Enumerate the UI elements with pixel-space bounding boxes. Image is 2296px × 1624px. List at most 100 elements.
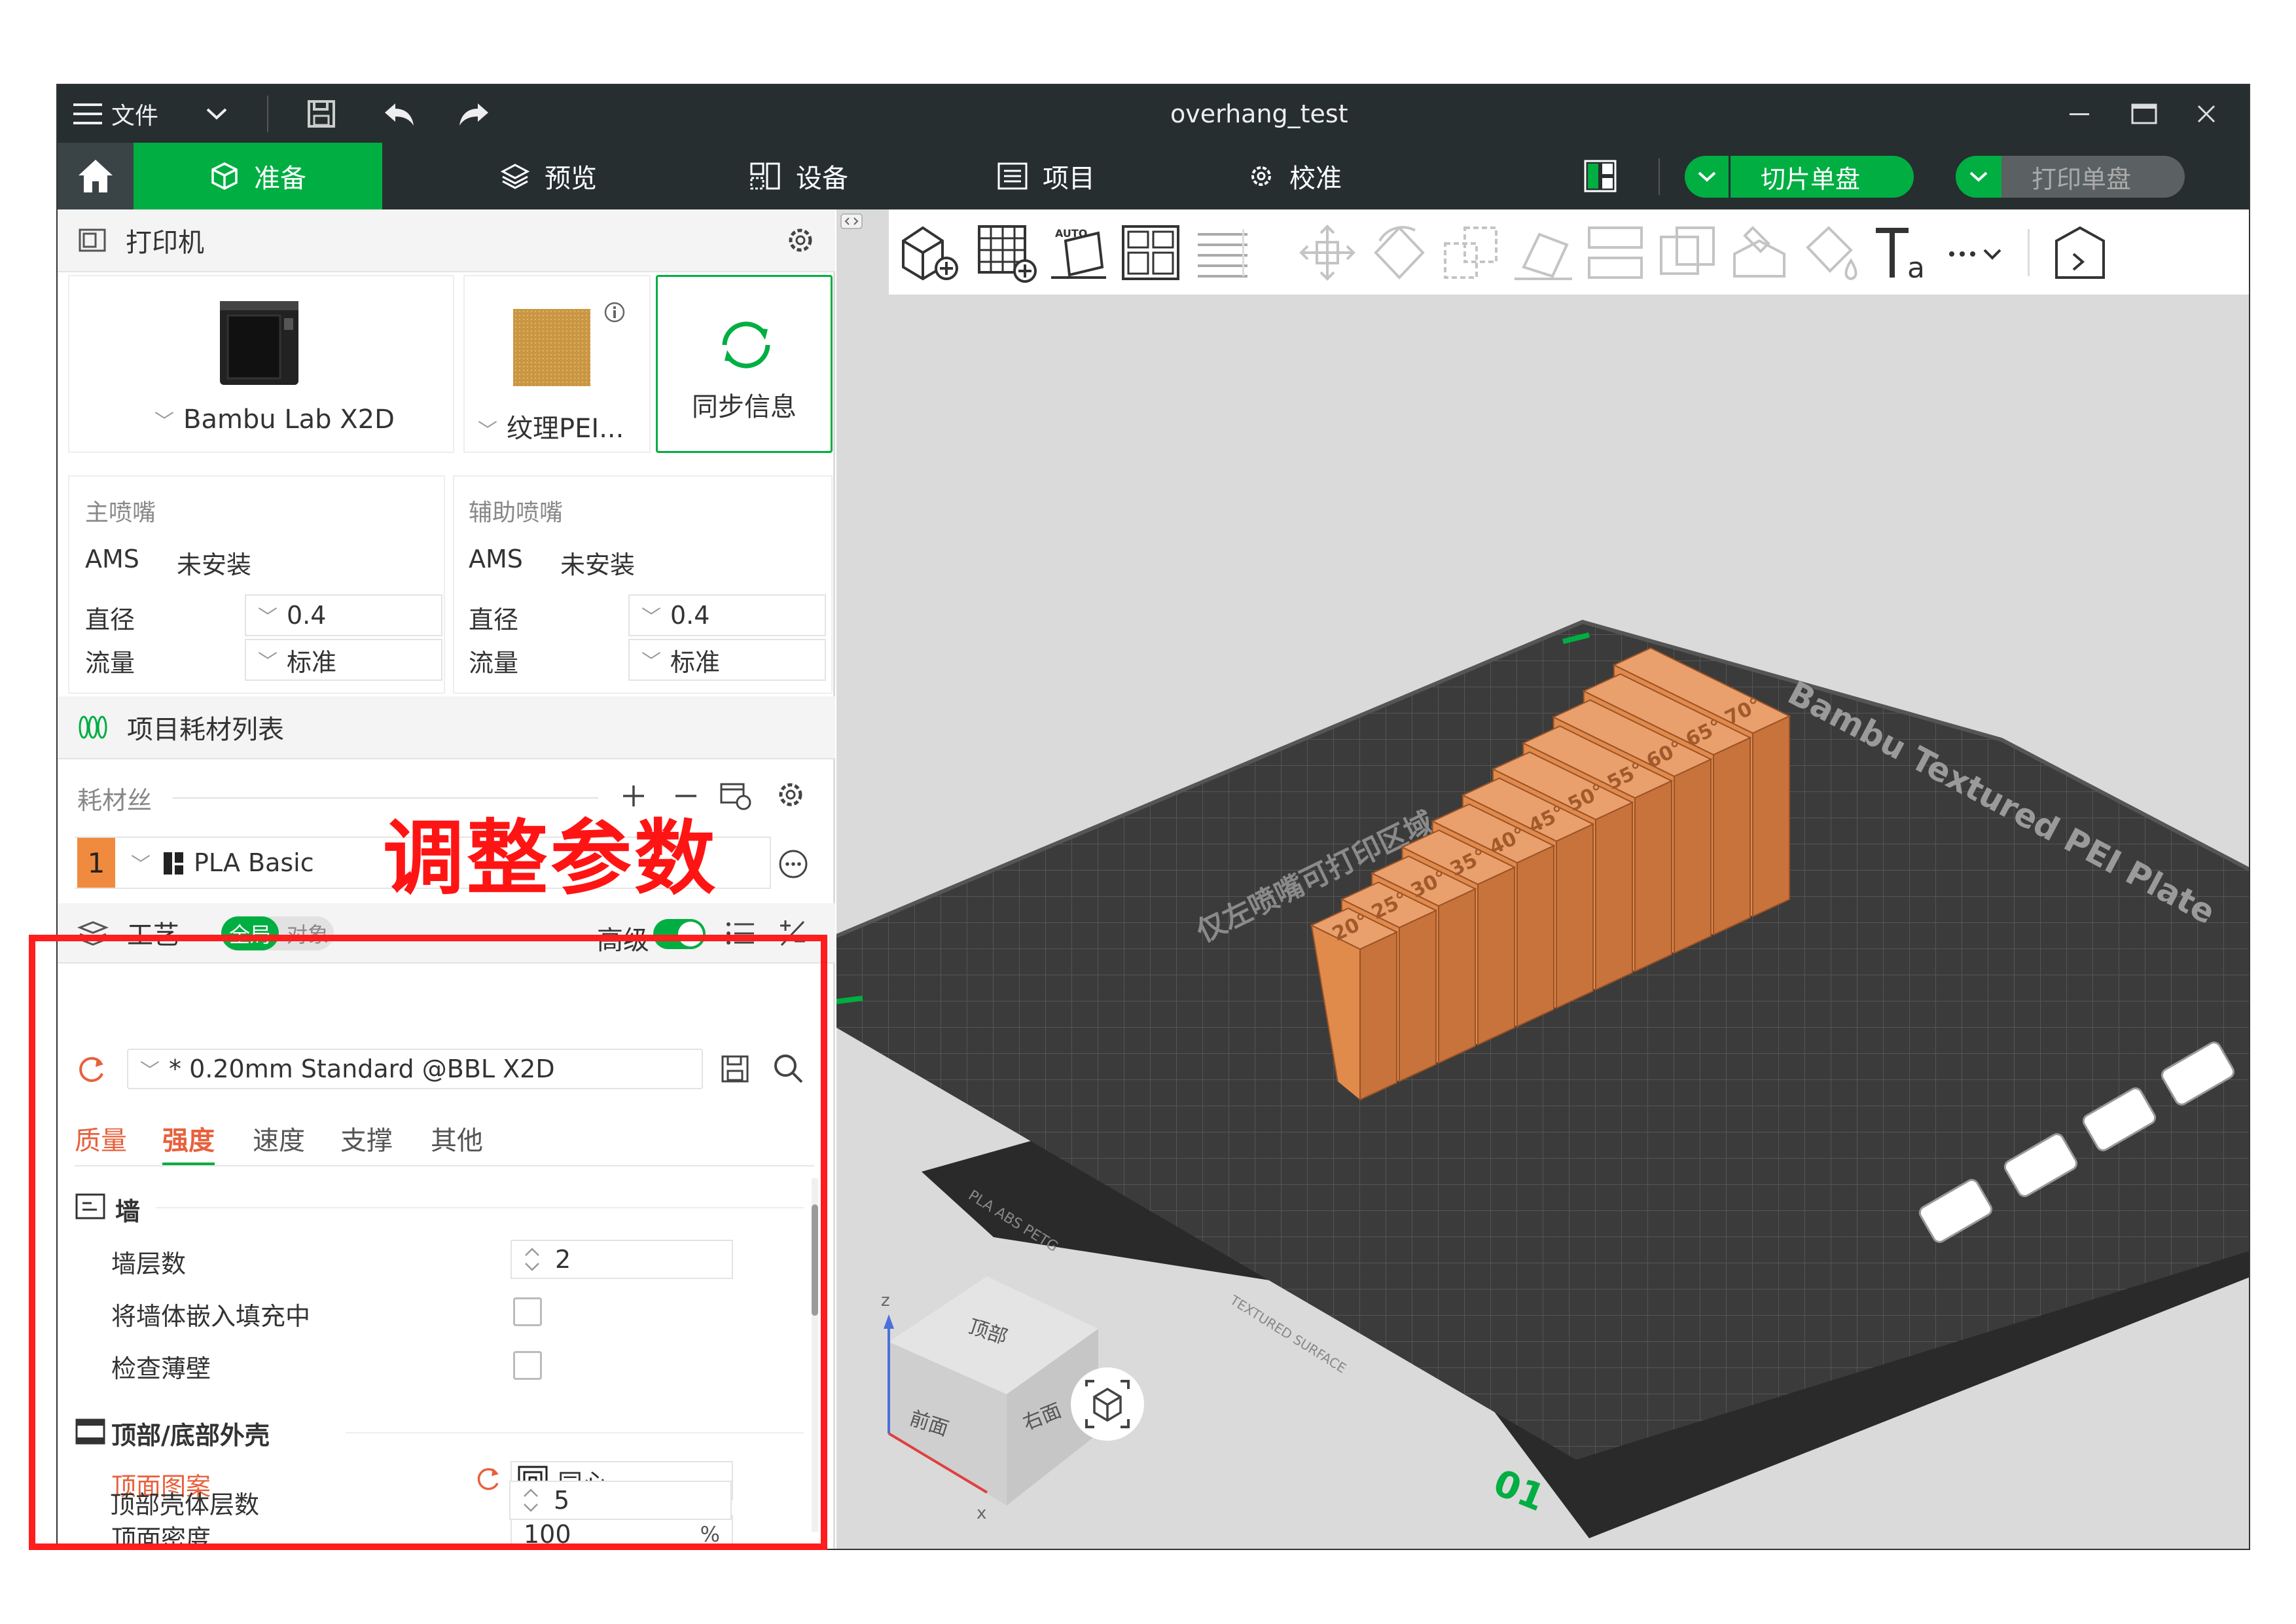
- add-object-icon[interactable]: [897, 221, 962, 284]
- layout-icon: [1584, 160, 1617, 192]
- filament-settings-gear-icon[interactable]: [775, 779, 806, 810]
- annotation-highlight-box: [29, 935, 827, 1550]
- print-plate-label: 打印单盘: [2032, 164, 2132, 194]
- top-layers-stepper[interactable]: 5: [509, 1481, 732, 1520]
- printer-model-select[interactable]: ﹀ Bambu Lab X2D: [154, 405, 395, 435]
- collapse-sidebar-icon[interactable]: [840, 213, 863, 229]
- tab-calibration-label: 校准: [1289, 164, 1342, 194]
- adjust-parameters-annotation: 调整参数: [383, 812, 719, 906]
- redo-button[interactable]: [458, 85, 491, 143]
- file-menu-label: 文件: [111, 103, 159, 130]
- auto-orient-icon[interactable]: AUTO: [1046, 221, 1111, 284]
- rotate-icon[interactable]: [1367, 221, 1432, 284]
- printer-model-card[interactable]: ﹀ Bambu Lab X2D: [68, 275, 454, 453]
- text-tool-icon[interactable]: a: [1871, 221, 1936, 284]
- main-nozzle-diameter-label: 直径: [85, 605, 135, 634]
- layers-icon: [500, 164, 530, 189]
- filament-name: PLA Basic: [194, 848, 314, 877]
- printer-header-label: 打印机: [126, 228, 204, 258]
- layout-toggle-button[interactable]: [1583, 158, 1618, 196]
- calibration-gear-icon: [1251, 166, 1271, 186]
- slice-plate-label: 切片单盘: [1761, 164, 1861, 194]
- redo-icon: [459, 103, 488, 126]
- tab-device[interactable]: 设备: [700, 143, 897, 209]
- tab-preview[interactable]: 预览: [450, 143, 647, 209]
- aux-nozzle-flow-select[interactable]: ﹀ 标准: [628, 639, 826, 681]
- more-options-icon[interactable]: [778, 848, 809, 880]
- fit-view-button[interactable]: [1071, 1367, 1144, 1441]
- aux-nozzle-flow-label: 流量: [469, 649, 519, 677]
- main-nozzle-flow-select[interactable]: ﹀ 标准: [245, 639, 442, 681]
- chevron-down-icon: [206, 108, 227, 120]
- main-nozzle-ams-label: AMS: [85, 545, 139, 573]
- sync-icon: [722, 321, 770, 369]
- home-icon: [79, 160, 113, 192]
- arrange-icon[interactable]: [1118, 221, 1183, 284]
- slice-dropdown-chevron[interactable]: [1685, 156, 1731, 198]
- filament-header-label: 项目耗材列表: [127, 715, 284, 745]
- main-nozzle-diameter-value: 0.4: [287, 601, 327, 630]
- tab-calibration[interactable]: 校准: [1196, 143, 1393, 209]
- more-tools-icon[interactable]: [1943, 221, 2008, 284]
- move-icon[interactable]: [1295, 221, 1360, 284]
- print-plate-button[interactable]: 打印单盘: [1956, 156, 2185, 198]
- mesh-boolean-icon[interactable]: [1655, 221, 1720, 284]
- aux-nozzle-diameter-value: 0.4: [670, 601, 710, 630]
- plate-type-card[interactable]: ﹀ 纹理PEI...: [463, 275, 651, 453]
- top-layers-label: 顶部壳体层数: [110, 1490, 260, 1519]
- tab-project[interactable]: 项目: [948, 143, 1144, 209]
- top-layers-value: 5: [554, 1486, 570, 1515]
- support-paint-icon[interactable]: [1727, 221, 1792, 284]
- tab-prepare[interactable]: 准备: [134, 143, 382, 209]
- toolbar-sep-2: [2028, 229, 2030, 276]
- viewport-toolbar: AUTO a: [889, 209, 2249, 295]
- main-nozzle-diameter-select[interactable]: ﹀ 0.4: [245, 594, 442, 636]
- filament-sync-icon[interactable]: [719, 780, 753, 812]
- seam-paint-icon[interactable]: [1799, 221, 1864, 284]
- aux-nozzle-card: 辅助喷嘴 AMS 未安装 直径 ﹀ 0.4 流量 ﹀ 标准: [453, 475, 833, 694]
- chevron-down-icon: [1698, 171, 1715, 182]
- sync-info-label: 同步信息: [692, 392, 797, 422]
- slice-plate-button[interactable]: 切片单盘: [1685, 156, 1914, 198]
- filament-type-select[interactable]: ﹀: [131, 848, 160, 877]
- aux-nozzle-ams-label: AMS: [469, 545, 523, 573]
- undo-button[interactable]: [382, 85, 415, 143]
- main-nozzle-card: 主喷嘴 AMS 未安装 直径 ﹀ 0.4 流量 ﹀ 标准: [68, 475, 445, 694]
- sync-info-button[interactable]: 同步信息: [656, 275, 833, 453]
- aux-nozzle-title: 辅助喷嘴: [469, 499, 564, 526]
- save-button[interactable]: [306, 85, 336, 143]
- axis-z-label: z: [881, 1291, 890, 1310]
- close-button[interactable]: [2197, 85, 2216, 143]
- printer-settings-gear-icon[interactable]: [785, 225, 816, 255]
- stepper-arrows-icon: [524, 1489, 538, 1512]
- scale-icon[interactable]: [1439, 221, 1504, 284]
- minimize-button[interactable]: [2068, 85, 2090, 143]
- hamburger-icon: [73, 103, 102, 124]
- home-button[interactable]: [58, 143, 134, 209]
- assembly-view-icon[interactable]: [2047, 221, 2113, 284]
- add-plate-icon[interactable]: [974, 221, 1039, 284]
- title-divider: [267, 96, 268, 132]
- file-dropdown-chevron[interactable]: [206, 85, 228, 143]
- main-nozzle-title: 主喷嘴: [85, 499, 156, 526]
- filament-section-header: 项目耗材列表: [58, 696, 835, 759]
- info-icon[interactable]: [603, 301, 626, 323]
- build-plate-scene[interactable]: 仅左喷嘴可打印区域 Bambu Textured PEI Plate 01 PL…: [836, 295, 2250, 1550]
- chevron-down-icon: [1969, 171, 1988, 182]
- view-cube[interactable]: 顶部 前面 右面 z x: [881, 1276, 1098, 1523]
- main-nozzle-flow-value: 标准: [287, 647, 337, 677]
- undo-icon: [385, 103, 414, 126]
- lay-on-face-icon[interactable]: [1511, 221, 1576, 284]
- file-menu[interactable]: 文件: [73, 85, 158, 143]
- print-dropdown-chevron[interactable]: [1956, 156, 2001, 198]
- title-bar: 文件 overhang_test: [58, 85, 2249, 143]
- pei-plate-thumbnail: [513, 309, 590, 386]
- printer-thumbnail: [220, 301, 298, 385]
- filament-slot-badge[interactable]: 1: [77, 838, 115, 888]
- cut-icon[interactable]: [1583, 221, 1648, 284]
- split-layers-icon[interactable]: [1190, 221, 1255, 284]
- plate-type-select[interactable]: ﹀ 纹理PEI...: [478, 407, 624, 445]
- 3d-viewport[interactable]: AUTO a 仅左喷嘴可打印区域 Bambu Textured PEI Plate…: [836, 209, 2250, 1550]
- maximize-button[interactable]: [2131, 85, 2157, 143]
- aux-nozzle-diameter-select[interactable]: ﹀ 0.4: [628, 594, 826, 636]
